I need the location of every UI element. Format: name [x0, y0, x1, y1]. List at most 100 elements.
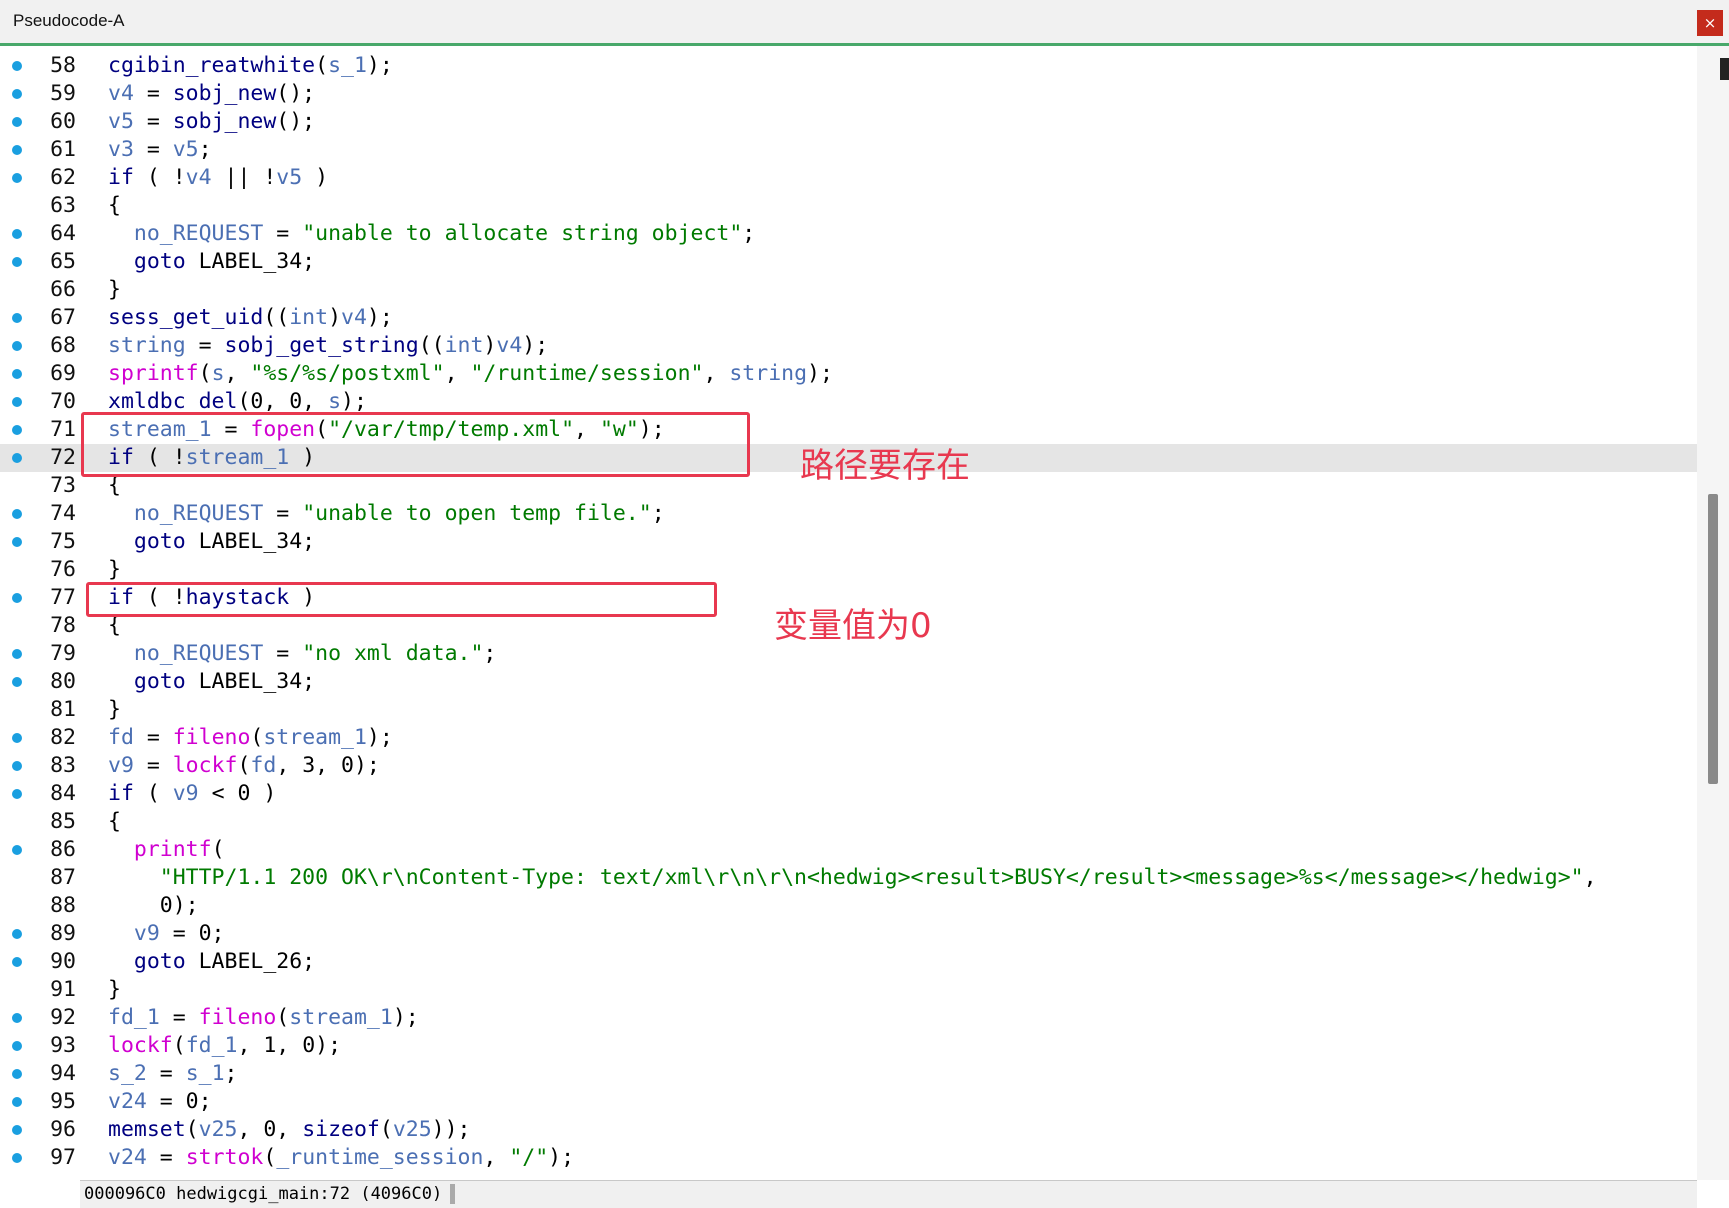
- code-line[interactable]: 76}: [0, 556, 1697, 584]
- code-text[interactable]: string = sobj_get_string((int)v4);: [108, 332, 548, 360]
- code-line[interactable]: 91}: [0, 976, 1697, 1004]
- breakpoint-dot-icon[interactable]: [12, 649, 22, 659]
- breakpoint-dot-icon[interactable]: [12, 509, 22, 519]
- code-text[interactable]: {: [108, 192, 121, 220]
- breakpoint-dot-icon[interactable]: [12, 89, 22, 99]
- code-line[interactable]: 59 v4 = sobj_new();: [0, 80, 1697, 108]
- breakpoint-dot-icon[interactable]: [12, 341, 22, 351]
- code-line[interactable]: 66}: [0, 276, 1697, 304]
- breakpoint-dot-icon[interactable]: [12, 677, 22, 687]
- code-text[interactable]: memset(v25, 0, sizeof(v25));: [108, 1116, 471, 1144]
- code-line[interactable]: 63 {: [0, 192, 1697, 220]
- code-line[interactable]: 81}: [0, 696, 1697, 724]
- code-line[interactable]: 84 if ( v9 < 0 ): [0, 780, 1697, 808]
- breakpoint-dot-icon[interactable]: [12, 425, 22, 435]
- code-text[interactable]: no_REQUEST = "unable to allocate string …: [108, 220, 755, 248]
- code-text[interactable]: s_2 = s_1;: [108, 1060, 237, 1088]
- breakpoint-dot-icon[interactable]: [12, 1153, 22, 1163]
- code-line[interactable]: 64 no_REQUEST = "unable to allocate stri…: [0, 220, 1697, 248]
- breakpoint-dot-icon[interactable]: [12, 845, 22, 855]
- breakpoint-dot-icon[interactable]: [12, 733, 22, 743]
- code-text[interactable]: v9 = 0;: [108, 920, 225, 948]
- code-text[interactable]: }: [108, 556, 121, 584]
- code-text[interactable]: lockf(fd_1, 1, 0);: [108, 1032, 341, 1060]
- breakpoint-dot-icon[interactable]: [12, 537, 22, 547]
- code-line[interactable]: 80 goto LABEL_34;: [0, 668, 1697, 696]
- code-text[interactable]: v24 = 0;: [108, 1088, 212, 1116]
- code-text[interactable]: cgibin_reatwhite(s_1);: [108, 52, 393, 80]
- code-line[interactable]: 86 printf(: [0, 836, 1697, 864]
- code-line[interactable]: 69 sprintf(s, "%s/%s/postxml", "/runtime/…: [0, 360, 1697, 388]
- code-line[interactable]: 74 no_REQUEST = "unable to open temp fil…: [0, 500, 1697, 528]
- breakpoint-dot-icon[interactable]: [12, 313, 22, 323]
- code-line[interactable]: 95 v24 = 0;: [0, 1088, 1697, 1116]
- code-text[interactable]: 0);: [108, 892, 199, 920]
- code-line[interactable]: 60 v5 = sobj_new();: [0, 108, 1697, 136]
- code-text[interactable]: {: [108, 808, 121, 836]
- code-line[interactable]: 97 v24 = strtok(_runtime_session, "/");: [0, 1144, 1697, 1172]
- breakpoint-dot-icon[interactable]: [12, 1069, 22, 1079]
- code-line[interactable]: 67 sess_get_uid((int)v4);: [0, 304, 1697, 332]
- code-line[interactable]: 96 memset(v25, 0, sizeof(v25));: [0, 1116, 1697, 1144]
- code-text[interactable]: v24 = strtok(_runtime_session, "/");: [108, 1144, 574, 1172]
- code-text[interactable]: goto LABEL_26;: [108, 948, 315, 976]
- close-button[interactable]: ×: [1697, 10, 1723, 36]
- window-title-bar[interactable]: Pseudocode-A ×: [0, 0, 1729, 46]
- code-text[interactable]: no_REQUEST = "no xml data.";: [108, 640, 496, 668]
- breakpoint-dot-icon[interactable]: [12, 257, 22, 267]
- code-line[interactable]: 61 v3 = v5;: [0, 136, 1697, 164]
- scrollbar-thumb[interactable]: [1708, 494, 1718, 784]
- breakpoint-dot-icon[interactable]: [12, 229, 22, 239]
- breakpoint-dot-icon[interactable]: [12, 369, 22, 379]
- code-line[interactable]: 85 {: [0, 808, 1697, 836]
- code-line[interactable]: 89 v9 = 0;: [0, 920, 1697, 948]
- breakpoint-dot-icon[interactable]: [12, 397, 22, 407]
- breakpoint-dot-icon[interactable]: [12, 1125, 22, 1135]
- breakpoint-dot-icon[interactable]: [12, 173, 22, 183]
- breakpoint-dot-icon[interactable]: [12, 593, 22, 603]
- breakpoint-dot-icon[interactable]: [12, 761, 22, 771]
- code-text[interactable]: }: [108, 276, 121, 304]
- breakpoint-dot-icon[interactable]: [12, 145, 22, 155]
- breakpoint-dot-icon[interactable]: [12, 453, 22, 463]
- code-text[interactable]: sprintf(s, "%s/%s/postxml", "/runtime/se…: [108, 360, 833, 388]
- breakpoint-dot-icon[interactable]: [12, 957, 22, 967]
- code-text[interactable]: }: [108, 976, 121, 1004]
- code-line[interactable]: 58 cgibin_reatwhite(s_1);: [0, 52, 1697, 80]
- code-line[interactable]: 83 v9 = lockf(fd, 3, 0);: [0, 752, 1697, 780]
- code-line[interactable]: 93 lockf(fd_1, 1, 0);: [0, 1032, 1697, 1060]
- code-line[interactable]: 92 fd_1 = fileno(stream_1);: [0, 1004, 1697, 1032]
- breakpoint-dot-icon[interactable]: [12, 1097, 22, 1107]
- code-line[interactable]: 94 s_2 = s_1;: [0, 1060, 1697, 1088]
- code-text[interactable]: fd = fileno(stream_1);: [108, 724, 393, 752]
- code-line[interactable]: 62 if ( !v4 || !v5 ): [0, 164, 1697, 192]
- breakpoint-dot-icon[interactable]: [12, 1041, 22, 1051]
- code-text[interactable]: if ( v9 < 0 ): [108, 780, 276, 808]
- code-line[interactable]: 82 fd = fileno(stream_1);: [0, 724, 1697, 752]
- code-line[interactable]: 75 goto LABEL_34;: [0, 528, 1697, 556]
- code-line[interactable]: 87 "HTTP/1.1 200 OK\r\nContent-Type: tex…: [0, 864, 1697, 892]
- code-text[interactable]: goto LABEL_34;: [108, 668, 315, 696]
- breakpoint-dot-icon[interactable]: [12, 789, 22, 799]
- code-text[interactable]: v4 = sobj_new();: [108, 80, 315, 108]
- code-line[interactable]: 65 goto LABEL_34;: [0, 248, 1697, 276]
- code-text[interactable]: goto LABEL_34;: [108, 528, 315, 556]
- code-text[interactable]: no_REQUEST = "unable to open temp file."…: [108, 500, 665, 528]
- code-text[interactable]: v9 = lockf(fd, 3, 0);: [108, 752, 380, 780]
- code-line[interactable]: 90 goto LABEL_26;: [0, 948, 1697, 976]
- code-text[interactable]: if ( !v4 || !v5 ): [108, 164, 328, 192]
- breakpoint-dot-icon[interactable]: [12, 1013, 22, 1023]
- code-text[interactable]: v5 = sobj_new();: [108, 108, 315, 136]
- code-text[interactable]: }: [108, 696, 121, 724]
- code-text[interactable]: fd_1 = fileno(stream_1);: [108, 1004, 419, 1032]
- breakpoint-dot-icon[interactable]: [12, 929, 22, 939]
- code-text[interactable]: printf(: [108, 836, 225, 864]
- code-text[interactable]: v3 = v5;: [108, 136, 212, 164]
- code-text[interactable]: goto LABEL_34;: [108, 248, 315, 276]
- code-line[interactable]: 68 string = sobj_get_string((int)v4);: [0, 332, 1697, 360]
- code-line[interactable]: 88 0);: [0, 892, 1697, 920]
- code-text[interactable]: "HTTP/1.1 200 OK\r\nContent-Type: text/x…: [108, 864, 1597, 892]
- code-text[interactable]: sess_get_uid((int)v4);: [108, 304, 393, 332]
- breakpoint-dot-icon[interactable]: [12, 61, 22, 71]
- breakpoint-dot-icon[interactable]: [12, 117, 22, 127]
